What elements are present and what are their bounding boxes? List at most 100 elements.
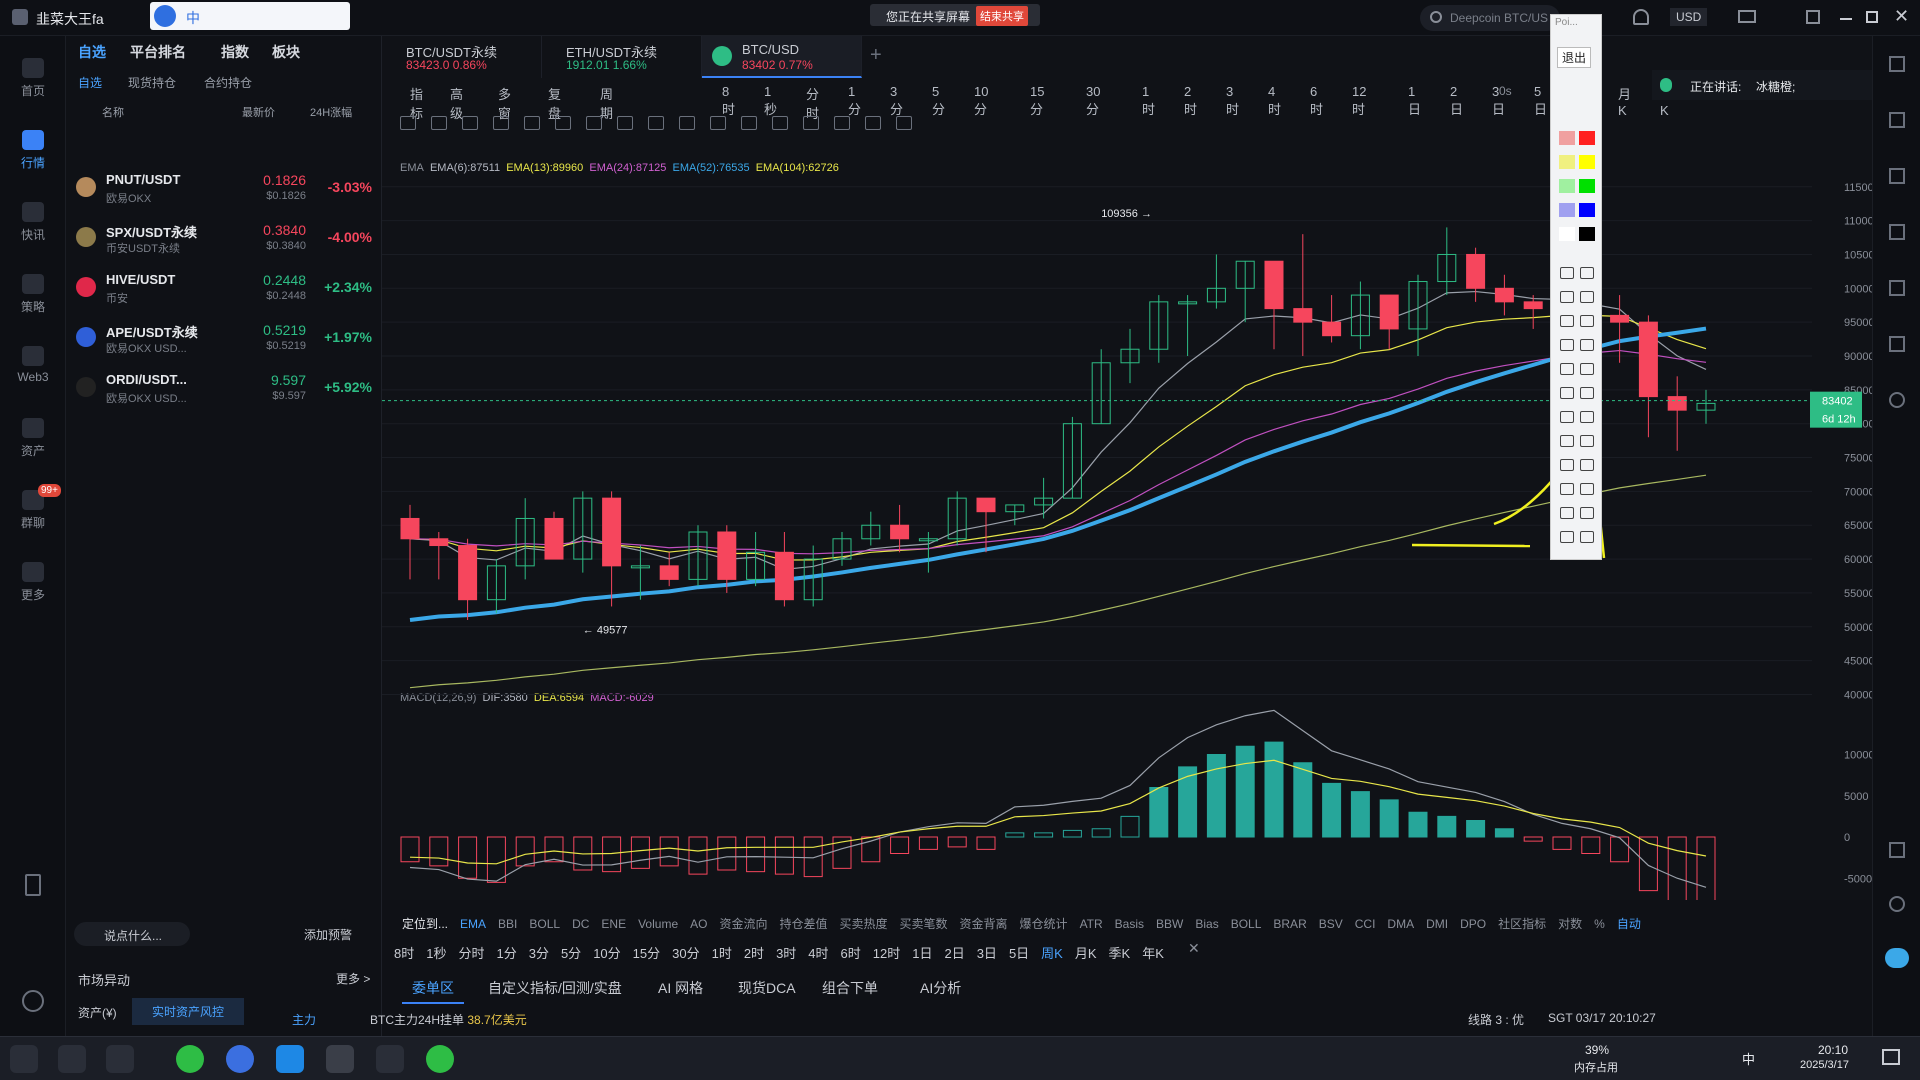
bottom-timeframe[interactable]: 1分 (496, 946, 516, 961)
close-icon[interactable]: ✕ (1894, 6, 1909, 27)
undo-tool-icon[interactable] (1560, 459, 1574, 471)
color-swatch[interactable] (1579, 179, 1595, 193)
check-tool-icon[interactable] (1560, 387, 1574, 399)
minus-tool-icon[interactable] (1580, 435, 1594, 447)
text-tool-icon[interactable] (1580, 363, 1594, 375)
bottom-timeframe[interactable]: 3分 (529, 946, 549, 961)
search-input[interactable]: Deepcoin BTC/US (1420, 5, 1560, 31)
color-swatch[interactable] (1579, 155, 1595, 169)
phone-icon[interactable] (25, 874, 41, 896)
filter-icon[interactable] (865, 116, 881, 130)
bottom-timeframe[interactable]: 5分 (561, 946, 581, 961)
bottom-timeframe[interactable]: 1日 (912, 946, 932, 961)
stats-icon[interactable] (1889, 280, 1905, 296)
bottom-tab[interactable]: 自定义指标/回测/实盘 (488, 978, 622, 998)
sidebar-item-home[interactable]: 首页 (0, 58, 66, 99)
chat-input[interactable]: 说点什么... (74, 922, 190, 946)
bottom-tab[interactable]: AI分析 (920, 978, 961, 998)
support-icon[interactable] (1889, 896, 1905, 912)
bottom-timeframe[interactable]: 10分 (593, 946, 620, 961)
price-chart[interactable]: 1150001100001050001000009500090000850008… (382, 148, 1872, 928)
timeframe-1秒[interactable]: 1秒 (764, 84, 777, 118)
color-swatch[interactable] (1559, 131, 1575, 145)
sub-indicator[interactable]: 爆仓统计 (1020, 917, 1068, 931)
color-swatch[interactable] (1559, 227, 1575, 241)
lock-icon[interactable] (772, 116, 788, 130)
bottom-tab[interactable]: 现货DCA (738, 978, 796, 998)
subtab-spot-holdings[interactable]: 现货持仓 (128, 74, 176, 91)
chart-tab-btc-usd[interactable]: BTC/USD 83402 0.77% (702, 36, 862, 78)
sub-indicator[interactable]: 资金背离 (960, 917, 1008, 931)
timeframe-2日[interactable]: 2日 (1450, 84, 1463, 118)
bottom-timeframe[interactable]: 月K (1075, 946, 1097, 961)
subtab-favorites[interactable]: 自选 (78, 74, 102, 91)
maximize-icon[interactable] (1866, 11, 1878, 23)
timeframe-2时[interactable]: 2时 (1184, 84, 1197, 118)
watchlist-row[interactable]: SPX/USDT永续 币安USDT永续 0.3840 $0.3840 -4.00% (66, 212, 382, 262)
curve-tool-icon[interactable] (1560, 267, 1574, 279)
timeframe-1日[interactable]: 1日 (1408, 84, 1421, 118)
ime-mode[interactable]: 中 (186, 8, 200, 28)
sub-indicator[interactable]: EMA (460, 917, 486, 931)
bell-icon[interactable] (1633, 9, 1649, 25)
minimize-icon[interactable] (1840, 18, 1852, 20)
sub-indicator[interactable]: BOLL (1231, 917, 1262, 931)
arrow-tool-icon[interactable] (1580, 291, 1594, 303)
sub-indicator[interactable]: BOLL (529, 917, 560, 931)
sub-indicator[interactable]: Bias (1195, 917, 1218, 931)
bottom-timeframe[interactable]: 3日 (977, 946, 997, 961)
sub-indicator[interactable]: BBW (1156, 917, 1183, 931)
sub-indicator[interactable]: DMA (1387, 917, 1414, 931)
bottom-timeframe[interactable]: 周K (1041, 946, 1063, 961)
sidebar-item-strategy[interactable]: 策略 (0, 274, 66, 315)
sidebar-item-news[interactable]: 快讯 (0, 202, 66, 243)
bottom-tab[interactable]: 委单区 (402, 978, 464, 1004)
rect-tool-icon[interactable] (1560, 315, 1574, 327)
col-header-price[interactable]: 最新价 (242, 104, 275, 120)
sidebar-item-market[interactable]: 行情 (0, 130, 66, 171)
wechat-icon[interactable] (426, 1045, 454, 1073)
save-icon[interactable] (1580, 507, 1594, 519)
start-icon[interactable] (10, 1045, 38, 1073)
copy-icon[interactable] (1580, 483, 1594, 495)
sub-indicator[interactable]: CCI (1355, 917, 1376, 931)
sub-indicator[interactable]: ATR (1080, 917, 1103, 931)
watchlist-row[interactable]: APE/USDT永续 欧易OKX USD... 0.5219 $0.5219 +1.97… (66, 312, 382, 362)
timeframe-1时[interactable]: 1时 (1142, 84, 1155, 118)
crop-icon[interactable] (648, 116, 664, 130)
main-icon[interactable] (493, 116, 509, 130)
sub-indicator[interactable]: DPO (1460, 917, 1486, 931)
bottom-timeframe[interactable]: 15分 (633, 946, 660, 961)
tab-index[interactable]: 指数 (221, 42, 249, 62)
line-tool-icon[interactable] (1560, 291, 1574, 303)
new-page-icon[interactable] (1560, 483, 1574, 495)
sub-indicator[interactable]: 定位到... (402, 917, 448, 931)
sub-indicator[interactable]: 资金流向 (719, 917, 767, 931)
order-icon[interactable] (1889, 392, 1905, 408)
chip-icon[interactable] (555, 116, 571, 130)
delete-tool-icon[interactable] (1580, 459, 1594, 471)
bottom-timeframe[interactable]: 2日 (944, 946, 964, 961)
template-icon[interactable] (803, 116, 819, 130)
pen-icon[interactable] (679, 116, 695, 130)
timeframe-5日[interactable]: 5日 (1534, 84, 1547, 118)
sub-indicator[interactable]: BRAR (1273, 917, 1306, 931)
timeframe-3分[interactable]: 3分 (890, 84, 903, 118)
zoom-tool-icon[interactable] (1580, 411, 1594, 423)
sub-indicator[interactable]: 社区指标 (1498, 917, 1546, 931)
notification-icon[interactable] (1882, 1049, 1900, 1065)
col-header-change[interactable]: 24H涨幅 (310, 104, 352, 120)
layout-icon[interactable] (1889, 56, 1905, 72)
timeframe-月K[interactable]: 月K (1618, 84, 1631, 118)
sub-indicator[interactable]: DMI (1426, 917, 1448, 931)
depth-icon[interactable] (1889, 224, 1905, 240)
timeframe-12时[interactable]: 12时 (1352, 84, 1366, 118)
sidebar-item-web3[interactable]: Web3 (0, 346, 66, 384)
chrome-icon[interactable] (226, 1045, 254, 1073)
timeframe-3时[interactable]: 3时 (1226, 84, 1239, 118)
sub-indicator[interactable]: 买卖笔数 (900, 917, 948, 931)
wallet-panel-icon[interactable] (1889, 336, 1905, 352)
info-icon[interactable] (1580, 531, 1594, 543)
bottom-timeframe[interactable]: 5日 (1009, 946, 1029, 961)
add-alert-button[interactable]: 添加预警 (304, 926, 352, 943)
